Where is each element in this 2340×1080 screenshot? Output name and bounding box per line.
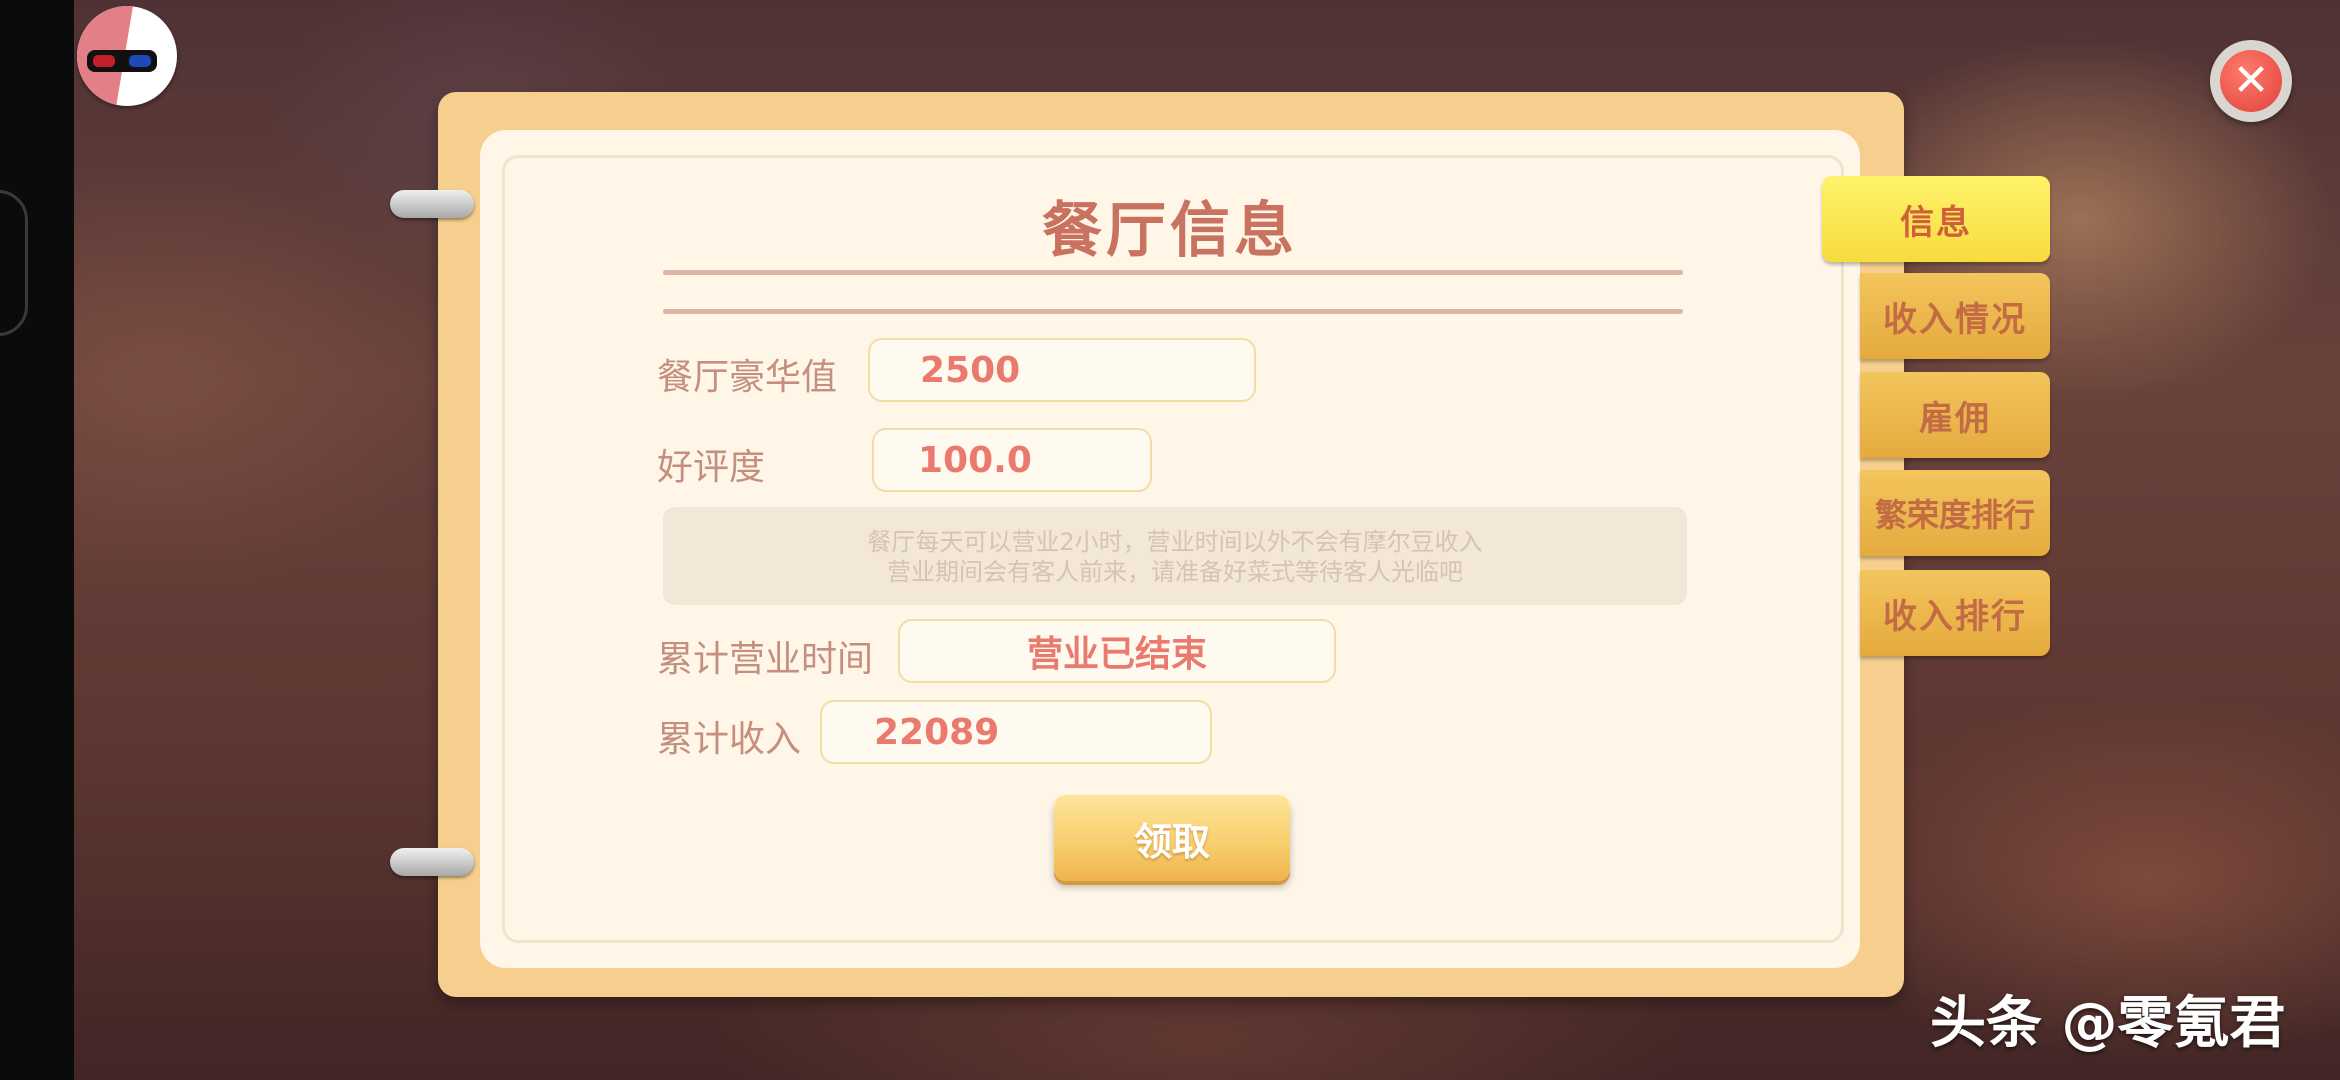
tab-info[interactable]: 信息: [1822, 176, 2050, 262]
close-icon: ✕: [2220, 50, 2282, 112]
notice-line-1: 餐厅每天可以营业2小时，营业时间以外不会有摩尔豆收入: [867, 528, 1483, 556]
tab-prosperity-ranking[interactable]: 繁荣度排行: [1860, 470, 2050, 556]
luxury-value-field: 2500: [868, 338, 1256, 402]
luxury-label: 餐厅豪华值: [657, 357, 838, 398]
rating-value: 100.0: [918, 439, 1032, 481]
player-avatar[interactable]: [77, 6, 177, 106]
tab-info-label: 信息: [1900, 202, 1972, 243]
total-income-label: 累计收入: [657, 719, 802, 760]
total-income-field: 22089: [820, 700, 1212, 764]
avatar-glasses-icon: [87, 50, 157, 72]
binder-ring-top: [390, 190, 474, 218]
business-notice: 餐厅每天可以营业2小时，营业时间以外不会有摩尔豆收入 营业期间会有客人前来，请准…: [663, 507, 1687, 605]
tab-income-ranking[interactable]: 收入排行: [1860, 570, 2050, 656]
screen-notch: [0, 190, 28, 336]
tab-prosperity-ranking-label: 繁荣度排行: [1874, 496, 2035, 534]
luxury-value: 2500: [920, 349, 1021, 391]
watermark: 头条 @零氪君: [1930, 991, 2286, 1056]
rating-label: 好评度: [657, 447, 766, 488]
business-hours-label: 累计营业时间: [657, 639, 874, 680]
notice-line-2: 营业期间会有客人前来，请准备好菜式等待客人光临吧: [887, 558, 1463, 586]
tab-hire-label: 雇佣: [1919, 398, 1991, 439]
rating-value-field: 100.0: [872, 428, 1152, 492]
left-black-bar: [0, 0, 74, 1080]
tab-hire[interactable]: 雇佣: [1860, 372, 2050, 458]
claim-button[interactable]: 领取: [1054, 795, 1290, 881]
binder-ring-bottom: [390, 848, 474, 876]
close-button[interactable]: ✕: [2210, 40, 2292, 122]
tab-income-ranking-label: 收入排行: [1883, 596, 2027, 637]
title-divider-top: [663, 270, 1683, 275]
business-hours-field: 营业已结束: [898, 619, 1336, 683]
tab-income-label: 收入情况: [1883, 299, 2027, 340]
title-divider-bottom: [663, 309, 1683, 314]
business-hours-value: 营业已结束: [1026, 634, 1207, 675]
claim-button-label: 领取: [1133, 819, 1210, 864]
tab-income[interactable]: 收入情况: [1860, 273, 2050, 359]
total-income-value: 22089: [874, 711, 1000, 753]
panel-title: 餐厅信息: [1042, 196, 1298, 266]
